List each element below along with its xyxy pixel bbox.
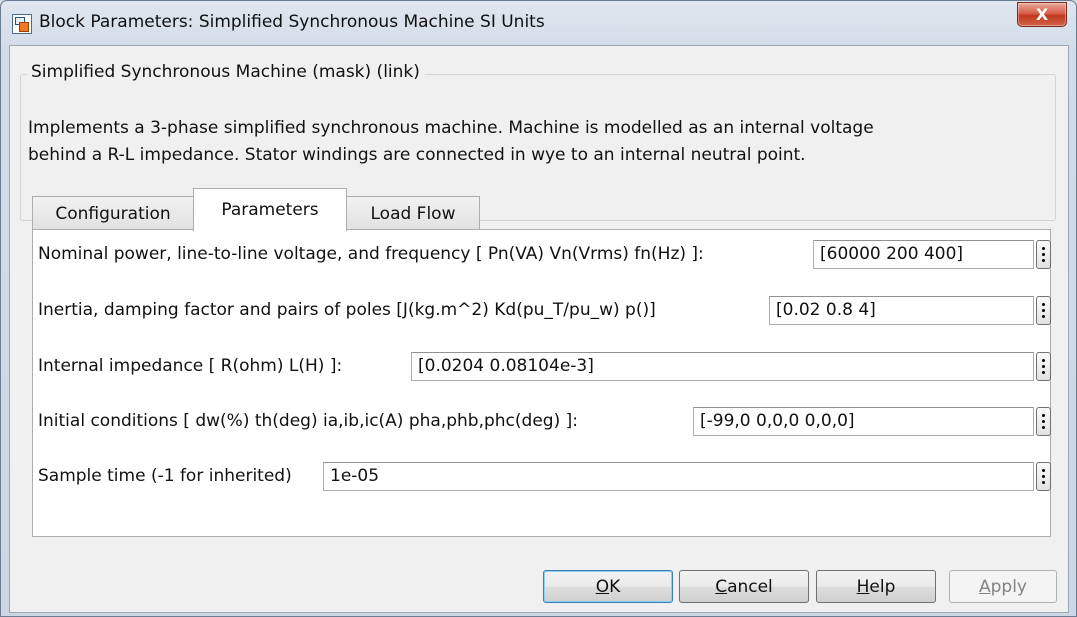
dialog-window: Block Parameters: Simplified Synchronous… [0, 0, 1077, 617]
tab-configuration[interactable]: Configuration [32, 196, 194, 230]
help-button[interactable]: Help [816, 570, 936, 603]
sample-time-label: Sample time (-1 for inherited) [38, 466, 292, 486]
inertia-options-button[interactable] [1036, 296, 1051, 325]
cancel-button[interactable]: Cancel [679, 570, 809, 603]
simulink-block-icon [12, 14, 32, 34]
inertia-field[interactable]: [0.02 0.8 4] [769, 296, 1034, 325]
inertia-label: Inertia, damping factor and pairs of pol… [38, 300, 656, 320]
tab-parameters[interactable]: Parameters [193, 188, 347, 231]
tab-load-flow[interactable]: Load Flow [346, 196, 480, 230]
apply-button[interactable]: Apply [949, 570, 1057, 603]
sample-time-field[interactable]: 1e-05 [323, 462, 1034, 491]
mask-title: Simplified Synchronous Machine (mask) (l… [27, 62, 425, 82]
sample-time-options-button[interactable] [1036, 462, 1051, 491]
ok-button[interactable]: OK [543, 570, 673, 603]
mask-description-line: Implements a 3-phase simplified synchron… [28, 118, 874, 138]
close-button[interactable]: X [1017, 2, 1067, 27]
window-title: Block Parameters: Simplified Synchronous… [39, 12, 545, 32]
mask-description: Implements a 3-phase simplified synchron… [28, 115, 1028, 169]
impedance-label: Internal impedance [ R(ohm) L(H) ]: [38, 356, 343, 376]
mask-description-line: behind a R-L impedance. Stator windings … [28, 145, 806, 165]
dialog-client-area: Simplified Synchronous Machine (mask) (l… [9, 45, 1069, 613]
initial-conditions-label: Initial conditions [ dw(%) th(deg) ia,ib… [38, 411, 578, 431]
nominal-values-label: Nominal power, line-to-line voltage, and… [38, 244, 704, 264]
impedance-field[interactable]: [0.0204 0.08104e-3] [411, 352, 1034, 381]
title-bar[interactable]: Block Parameters: Simplified Synchronous… [1, 1, 1076, 45]
parameters-panel: Nominal power, line-to-line voltage, and… [32, 229, 1051, 537]
nominal-values-options-button[interactable] [1036, 240, 1051, 269]
nominal-values-field[interactable]: [60000 200 400] [813, 240, 1034, 269]
initial-conditions-field[interactable]: [-99,0 0,0,0 0,0,0] [693, 407, 1034, 436]
impedance-options-button[interactable] [1036, 352, 1051, 381]
initial-conditions-options-button[interactable] [1036, 407, 1051, 436]
